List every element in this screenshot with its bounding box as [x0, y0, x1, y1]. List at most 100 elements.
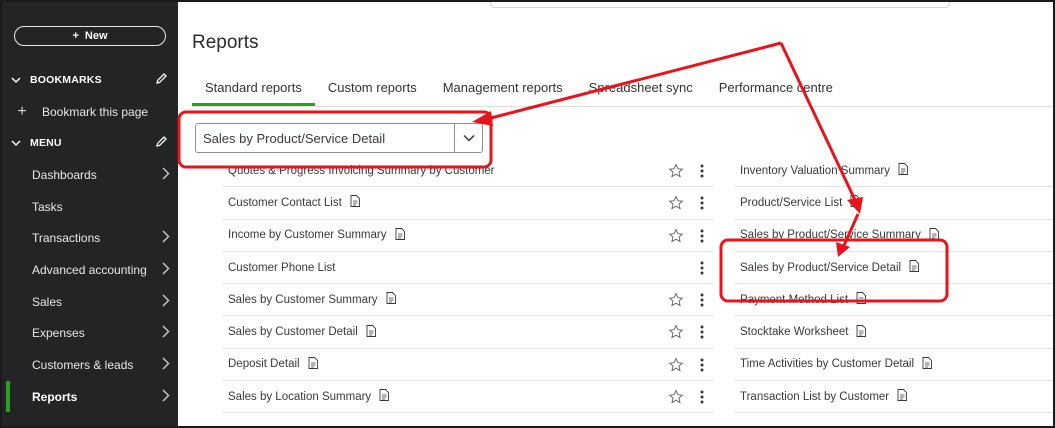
new-button[interactable]: + New — [14, 26, 166, 46]
list-item[interactable]: Customer Contact List — [222, 187, 714, 220]
kebab-menu-icon[interactable] — [700, 261, 704, 278]
list-item[interactable]: Sales by Product/Service Summary — [734, 220, 1053, 252]
document-icon — [856, 324, 867, 340]
report-name[interactable]: Quotes & Progress Invoicing Summary by C… — [228, 165, 495, 177]
sidebar-item-label: Transactions — [32, 230, 101, 245]
list-item[interactable]: Payment Method List — [734, 284, 1053, 317]
menu-header[interactable]: MENU — [2, 131, 178, 155]
kebab-menu-icon[interactable] — [700, 164, 704, 181]
chevron-right-icon — [162, 357, 170, 373]
star-icon[interactable] — [668, 324, 684, 343]
sidebar-item-label: Tasks — [32, 199, 63, 214]
chevron-down-icon — [2, 76, 30, 84]
sidebar-item-reports[interactable]: Reports — [2, 381, 178, 412]
report-name[interactable]: Sales by Customer Detail — [228, 326, 358, 338]
list-item[interactable]: Deposit Detail — [222, 349, 714, 382]
sidebar: + New BOOKMARKS + Bookmark this page MEN… — [2, 2, 178, 426]
kebab-menu-icon[interactable] — [700, 293, 704, 310]
star-icon[interactable] — [668, 389, 684, 408]
tab-management-reports[interactable]: Management reports — [430, 74, 576, 106]
left-report-list: Quotes & Progress Invoicing Summary by C… — [222, 155, 714, 414]
report-name[interactable]: Customer Contact List — [228, 197, 342, 209]
sidebar-item-tasks[interactable]: Tasks — [2, 191, 178, 222]
document-icon — [897, 389, 908, 404]
chevron-right-icon — [162, 325, 170, 341]
report-search-value: Sales by Product/Service Detail — [203, 130, 386, 146]
list-item[interactable]: Income by Customer Summary — [222, 220, 714, 252]
chevron-right-icon — [162, 294, 170, 310]
report-name[interactable]: Stocktake Worksheet — [740, 326, 848, 338]
chevron-down-icon[interactable] — [454, 124, 482, 152]
document-icon — [386, 292, 396, 307]
sidebar-item-label: Expenses — [32, 325, 85, 340]
kebab-menu-icon[interactable] — [700, 229, 704, 246]
right-report-list: Inventory Valuation Summary Product/Serv… — [734, 155, 1053, 414]
list-item[interactable]: Product/Service List — [734, 187, 1053, 220]
report-name[interactable]: Inventory Valuation Summary — [740, 165, 890, 177]
document-icon — [308, 356, 318, 372]
report-name[interactable]: Deposit Detail — [228, 358, 300, 370]
kebab-menu-icon[interactable] — [700, 325, 704, 342]
document-icon — [350, 195, 360, 210]
bookmark-this-page[interactable]: + Bookmark this page — [2, 100, 178, 124]
list-item-highlighted[interactable]: Sales by Product/Service Detail — [734, 252, 1053, 285]
sidebar-item-advanced-accounting[interactable]: Advanced accounting — [2, 254, 178, 285]
list-item[interactable]: Inventory Valuation Summary — [734, 155, 1053, 188]
document-icon — [379, 389, 390, 404]
tab-performance-centre[interactable]: Performance centre — [706, 74, 846, 106]
report-name[interactable]: Sales by Location Summary — [228, 391, 371, 403]
report-search-dropdown[interactable]: Sales by Product/Service Detail — [195, 123, 483, 153]
kebab-menu-icon[interactable] — [700, 358, 704, 375]
chevron-right-icon — [162, 167, 170, 183]
sidebar-item-expenses[interactable]: Expenses — [2, 317, 178, 348]
sidebar-item-sales[interactable]: Sales — [2, 286, 178, 317]
star-icon[interactable] — [668, 292, 684, 311]
sidebar-item-label: Sales — [32, 294, 63, 309]
report-name[interactable]: Sales by Product/Service Detail — [740, 262, 901, 274]
bookmarks-header[interactable]: BOOKMARKS — [2, 68, 178, 92]
kebab-menu-icon[interactable] — [700, 390, 704, 407]
report-name[interactable]: Product/Service List — [740, 197, 842, 209]
list-item[interactable]: Time Activities by Customer Detail — [734, 349, 1053, 382]
report-name[interactable]: Transaction List by Customer — [740, 391, 889, 403]
list-item[interactable]: Stocktake Worksheet — [734, 316, 1053, 349]
sidebar-item-dashboards[interactable]: Dashboards — [2, 159, 178, 190]
report-name[interactable]: Customer Phone List — [228, 262, 335, 274]
document-icon — [898, 163, 908, 178]
report-name[interactable]: Income by Customer Summary — [228, 229, 387, 241]
global-search-bar[interactable] — [490, 2, 950, 8]
plus-icon: + — [17, 103, 27, 120]
list-item[interactable]: Transaction List by Customer — [734, 381, 1053, 414]
list-item[interactable]: Customer Phone List — [222, 252, 714, 285]
sidebar-item-transactions[interactable]: Transactions — [2, 222, 178, 253]
report-name[interactable]: Payment Method List — [740, 294, 848, 306]
sidebar-item-label: Advanced accounting — [32, 262, 147, 277]
bookmark-this-page-label: Bookmark this page — [42, 105, 149, 119]
report-name[interactable]: Sales by Customer Summary — [228, 294, 378, 306]
chevron-right-icon — [162, 262, 170, 278]
report-name[interactable]: Sales by Product/Service Summary — [740, 229, 921, 241]
pencil-icon[interactable] — [155, 135, 168, 151]
document-icon — [395, 227, 405, 243]
list-item[interactable]: Sales by Customer Summary — [222, 284, 714, 317]
star-icon[interactable] — [668, 163, 684, 182]
document-icon — [850, 195, 861, 210]
report-name[interactable]: Time Activities by Customer Detail — [740, 358, 914, 370]
document-icon — [909, 260, 920, 275]
tab-standard-reports[interactable]: Standard reports — [192, 74, 315, 106]
pencil-icon[interactable] — [155, 72, 168, 88]
tab-custom-reports[interactable]: Custom reports — [315, 74, 430, 106]
list-item[interactable]: Sales by Customer Detail — [222, 316, 714, 349]
bookmarks-label: BOOKMARKS — [30, 74, 102, 86]
document-icon — [929, 227, 939, 243]
tab-spreadsheet-sync[interactable]: Spreadsheet sync — [576, 74, 706, 106]
list-item[interactable]: Sales by Location Summary — [222, 381, 714, 414]
sidebar-item-customers-leads[interactable]: Customers & leads — [2, 349, 178, 380]
list-item[interactable]: Quotes & Progress Invoicing Summary by C… — [222, 155, 714, 188]
sidebar-item-label: Customers & leads — [32, 357, 134, 372]
star-icon[interactable] — [668, 357, 684, 376]
kebab-menu-icon[interactable] — [700, 196, 704, 213]
star-icon[interactable] — [668, 195, 684, 214]
page-title: Reports — [192, 32, 259, 53]
star-icon[interactable] — [668, 227, 684, 247]
